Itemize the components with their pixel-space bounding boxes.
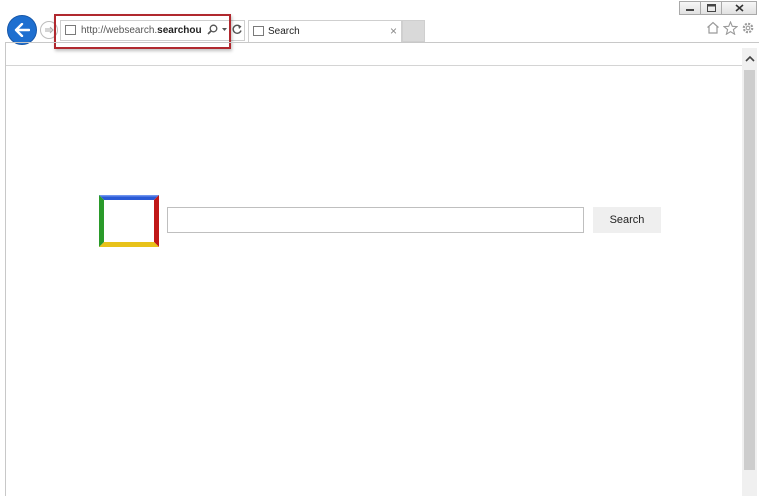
- back-arrow-icon: [14, 23, 30, 37]
- site-logo: [99, 195, 159, 247]
- refresh-icon: [232, 24, 242, 34]
- new-tab-button[interactable]: [402, 20, 425, 42]
- favorites-star-icon[interactable]: [723, 21, 738, 35]
- close-icon: [734, 4, 744, 12]
- tab-close-icon[interactable]: ×: [390, 24, 397, 38]
- settings-gear-icon[interactable]: [741, 21, 755, 35]
- tab-label: Search: [268, 26, 300, 37]
- page-icon: [253, 26, 264, 36]
- toolbar-right-icons: [706, 21, 755, 35]
- window-controls: [679, 1, 757, 15]
- search-input[interactable]: [167, 207, 584, 233]
- minimize-button[interactable]: [679, 1, 701, 15]
- vertical-scrollbar[interactable]: [742, 48, 757, 496]
- home-icon[interactable]: [706, 21, 720, 34]
- forward-arrow-icon: [45, 26, 54, 34]
- content-frame-left: [5, 42, 6, 496]
- scroll-up-button[interactable]: [742, 50, 757, 66]
- refresh-button[interactable]: [231, 23, 243, 38]
- toolbar-separator: [5, 42, 759, 43]
- minimize-icon: [686, 9, 694, 11]
- content-top-border: [5, 65, 745, 66]
- search-button[interactable]: Search: [593, 207, 661, 233]
- address-bar-highlight: [54, 14, 231, 49]
- back-button[interactable]: [7, 15, 37, 45]
- restore-button[interactable]: [700, 1, 722, 15]
- restore-icon: [706, 4, 716, 12]
- scroll-up-icon: [744, 55, 755, 62]
- browser-chrome: http://websearch.searchous... Search ×: [0, 0, 759, 66]
- tab-search[interactable]: Search ×: [248, 20, 402, 42]
- scrollbar-thumb[interactable]: [744, 70, 755, 470]
- close-window-button[interactable]: [721, 1, 757, 15]
